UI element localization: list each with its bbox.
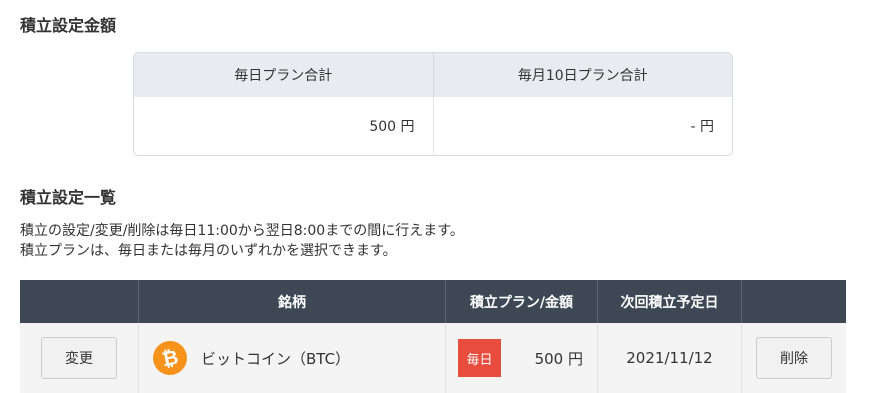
daily-plan-badge: 毎日 <box>458 339 501 377</box>
coin-cell: ₿ ビットコイン（BTC） <box>138 323 445 393</box>
daily-plan-total-header: 毎日プラン合計 <box>234 68 333 84</box>
column-header-coin: 銘柄 <box>138 280 445 323</box>
column-header-plan-amount: 積立プラン/金額 <box>445 280 597 323</box>
bitcoin-icon: ₿ <box>149 337 191 379</box>
plan-amount-cell: 毎日 500 円 <box>445 323 597 393</box>
plan-amount-value: 500 円 <box>534 349 583 368</box>
settings-list-table: 銘柄 積立プラン/金額 次回積立予定日 変更 ₿ ビットコイン（BTC） 毎日 … <box>20 280 846 393</box>
column-header-delete <box>741 280 846 323</box>
column-header-next-date: 次回積立予定日 <box>597 280 741 323</box>
settings-total-value-row: 500 円 - 円 <box>134 97 732 155</box>
delete-button[interactable]: 削除 <box>756 337 832 379</box>
table-row: 変更 ₿ ビットコイン（BTC） 毎日 500 円 2021/11/12 削除 <box>20 323 846 393</box>
change-button[interactable]: 変更 <box>41 337 117 379</box>
coin-name: ビットコイン（BTC） <box>201 349 351 368</box>
next-date-value: 2021/11/12 <box>626 349 713 367</box>
description-line: 積立の設定/変更/削除は毎日11:00から翌日8:00までの間に行えます。 <box>20 223 464 239</box>
settings-total-table: 毎日プラン合計 毎月10日プラン合計 500 円 - 円 <box>133 52 733 156</box>
settings-total-title: 積立設定金額 <box>20 16 117 35</box>
next-date-cell: 2021/11/12 <box>597 323 741 393</box>
settings-list-header-row: 銘柄 積立プラン/金額 次回積立予定日 <box>20 280 846 323</box>
column-header-action <box>20 280 138 323</box>
plan-amount: 毎日 500 円 <box>446 339 597 377</box>
monthly-plan-total-value: - 円 <box>432 97 733 155</box>
settings-list-title: 積立設定一覧 <box>20 188 117 207</box>
delete-cell: 削除 <box>741 323 846 393</box>
daily-plan-total-value: 500 円 <box>369 119 415 135</box>
change-cell: 変更 <box>20 323 138 393</box>
settings-total-header-row: 毎日プラン合計 毎月10日プラン合計 <box>134 53 732 97</box>
settings-list-description: 積立の設定/変更/削除は毎日11:00から翌日8:00までの間に行えます。 積立… <box>20 221 464 261</box>
monthly-plan-total-header: 毎月10日プラン合計 <box>432 53 733 97</box>
description-line: 積立プランは、毎日または毎月のいずれかを選択できます。 <box>20 243 397 259</box>
